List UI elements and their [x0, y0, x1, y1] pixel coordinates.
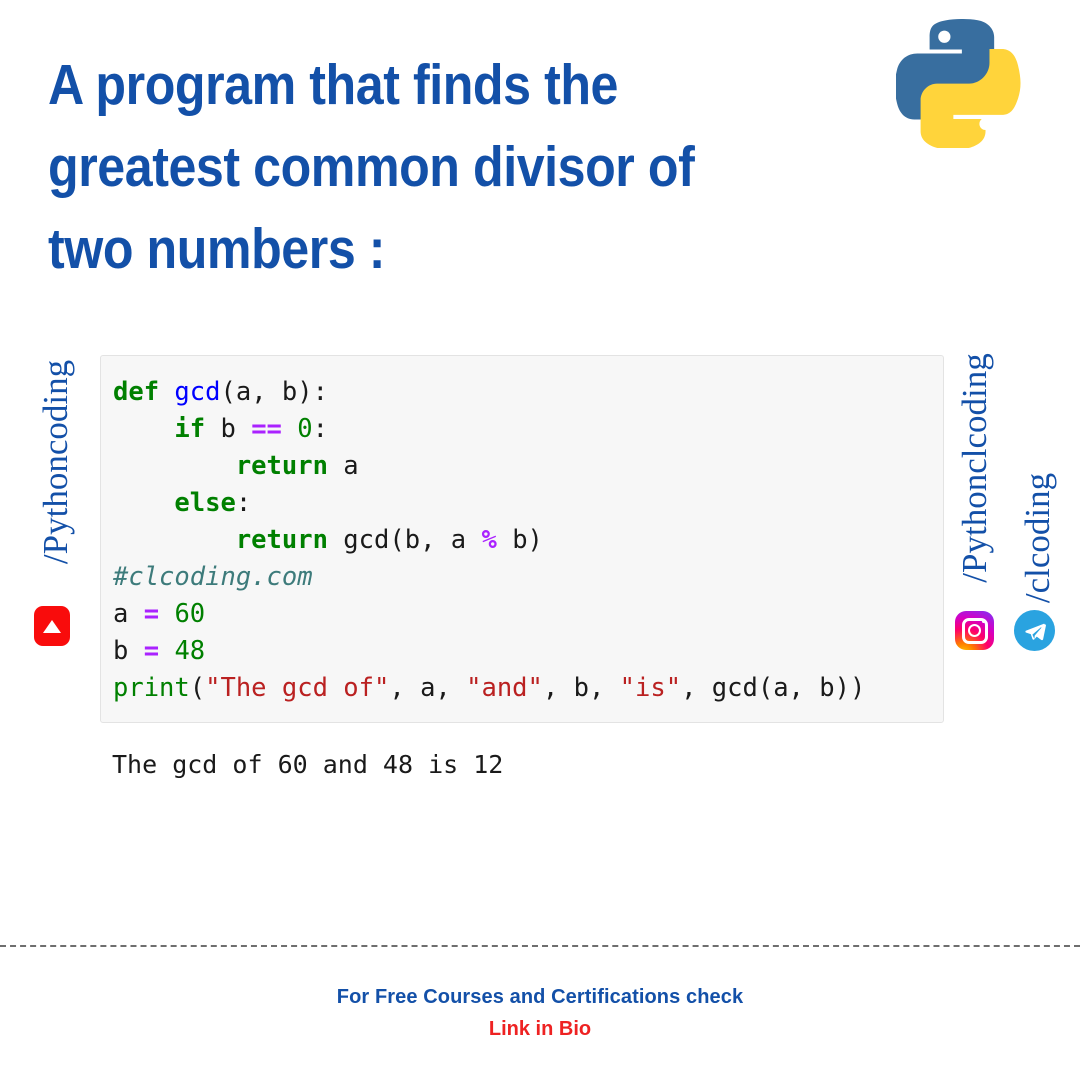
social-rail-left: /Pythoncoding — [28, 310, 80, 650]
code-line: if b == 0: — [174, 414, 328, 444]
code-line-comment: #clcoding.com — [113, 562, 313, 592]
code-line: def gcd(a, b): — [113, 377, 328, 407]
code-line: return a — [235, 451, 359, 481]
youtube-icon[interactable] — [34, 606, 70, 646]
youtube-handle-label: /Pythoncoding — [36, 359, 75, 565]
code-line: a = 60 — [113, 599, 206, 629]
social-rail-instagram: /Pythonclcoding — [950, 318, 1002, 658]
code-card: def gcd(a, b): if b == 0: return a else:… — [95, 328, 949, 800]
instagram-camera-glyph — [961, 617, 988, 644]
code-output: The gcd of 60 and 48 is 12 — [112, 750, 504, 779]
footer-primary-text: For Free Courses and Certifications chec… — [336, 986, 744, 1008]
code-line: else: — [174, 488, 252, 518]
python-logo — [894, 16, 1028, 151]
code-line: print("The gcd of", a, "and", b, "is", g… — [113, 673, 866, 703]
code-line: b = 48 — [113, 636, 206, 666]
social-rail-telegram: /clcoding — [1010, 430, 1062, 660]
instagram-handle-label: /Pythonclcoding — [955, 353, 994, 583]
footer-divider — [0, 945, 1080, 947]
code-line: return gcd(b, a % b) — [235, 525, 543, 555]
code-cell[interactable]: def gcd(a, b): if b == 0: return a else:… — [100, 355, 944, 723]
footer-link-in-bio[interactable]: Link in Bio — [0, 1018, 1080, 1041]
instagram-icon[interactable] — [955, 611, 994, 650]
page-title: A program that finds the greatest common… — [48, 53, 695, 281]
youtube-play-triangle — [43, 619, 61, 633]
telegram-icon[interactable] — [1014, 610, 1055, 651]
